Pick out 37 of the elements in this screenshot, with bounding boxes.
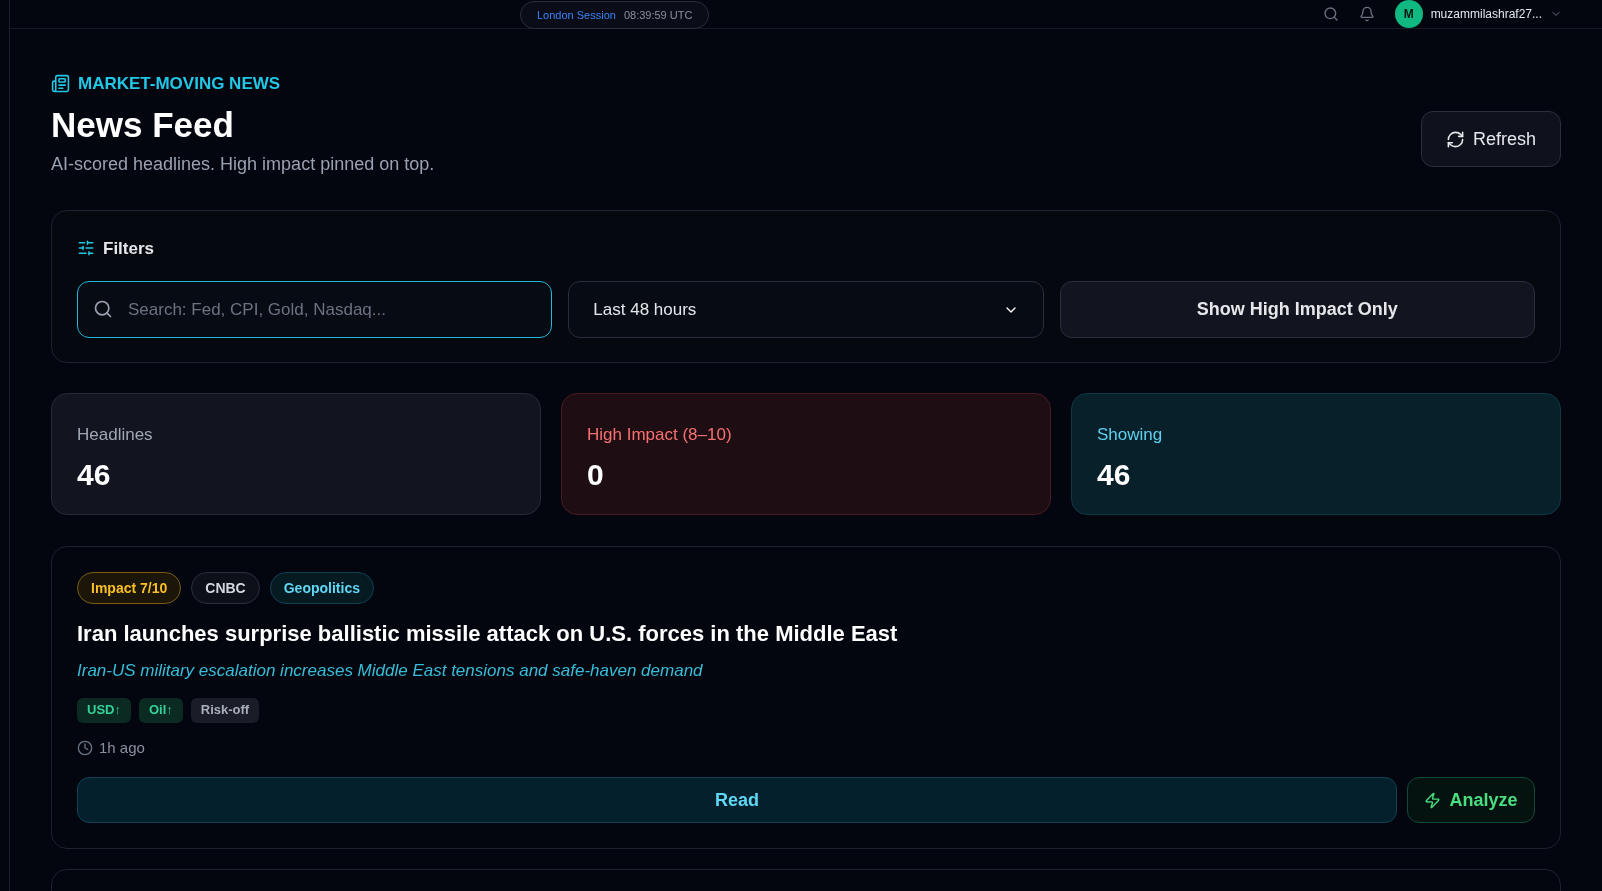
search-field[interactable]: Search: Fed, CPI, Gold, Nasdaq... xyxy=(77,281,553,338)
page-subtitle: AI-scored headlines. High impact pinned on top. xyxy=(51,152,435,176)
stat-value: 0 xyxy=(587,456,605,493)
news-time: 1h ago xyxy=(99,737,145,758)
session-clock: 08:39:59 UTC xyxy=(623,7,693,23)
search-icon[interactable] xyxy=(1322,6,1339,22)
news-tag: Impact 7/10 xyxy=(77,572,182,604)
refresh-icon xyxy=(1445,129,1465,149)
read-button[interactable]: Read xyxy=(77,777,1397,823)
asset-tag: Oil↑ xyxy=(138,697,183,723)
session-name: London Session xyxy=(537,7,616,23)
newspaper-icon xyxy=(51,74,70,94)
filters-title: Filters xyxy=(103,237,155,260)
news-summary: Iran-US military escalation increases Middle East tensions and safe-haven demand xyxy=(77,660,704,682)
stat-label: High Impact (8–10) xyxy=(587,424,733,446)
high-impact-toggle[interactable]: Show High Impact Only xyxy=(1059,281,1535,338)
page-title: News Feed xyxy=(51,103,235,146)
refresh-button[interactable]: Refresh xyxy=(1420,111,1561,167)
sliders-icon xyxy=(77,239,95,258)
search-icon xyxy=(93,299,113,319)
news-tag: Geopolitics xyxy=(269,572,374,604)
bell-icon[interactable] xyxy=(1358,6,1375,22)
lightning-icon xyxy=(1424,791,1442,809)
user-avatar[interactable]: M xyxy=(1394,0,1423,28)
stat-label: Showing xyxy=(1097,424,1164,446)
analyze-button[interactable]: Analyze xyxy=(1407,777,1535,823)
stat-label: Headlines xyxy=(77,424,154,446)
time-range-select[interactable]: Last 48 hours xyxy=(568,281,1044,338)
asset-tag: USD↑ xyxy=(77,697,131,723)
clock-icon xyxy=(77,739,93,756)
asset-tag: Risk-off xyxy=(190,697,260,723)
news-tag: CNBC xyxy=(191,572,260,604)
eyebrow-label: MARKET-MOVING NEWS xyxy=(78,73,281,95)
username[interactable]: muzammilashraf27... xyxy=(1430,5,1542,23)
stat-value: 46 xyxy=(1097,456,1132,493)
news-headline[interactable]: Iran launches surprise ballistic missile attack on U.S. forces in the Middle East xyxy=(77,617,1535,650)
stat-value: 46 xyxy=(77,456,112,493)
